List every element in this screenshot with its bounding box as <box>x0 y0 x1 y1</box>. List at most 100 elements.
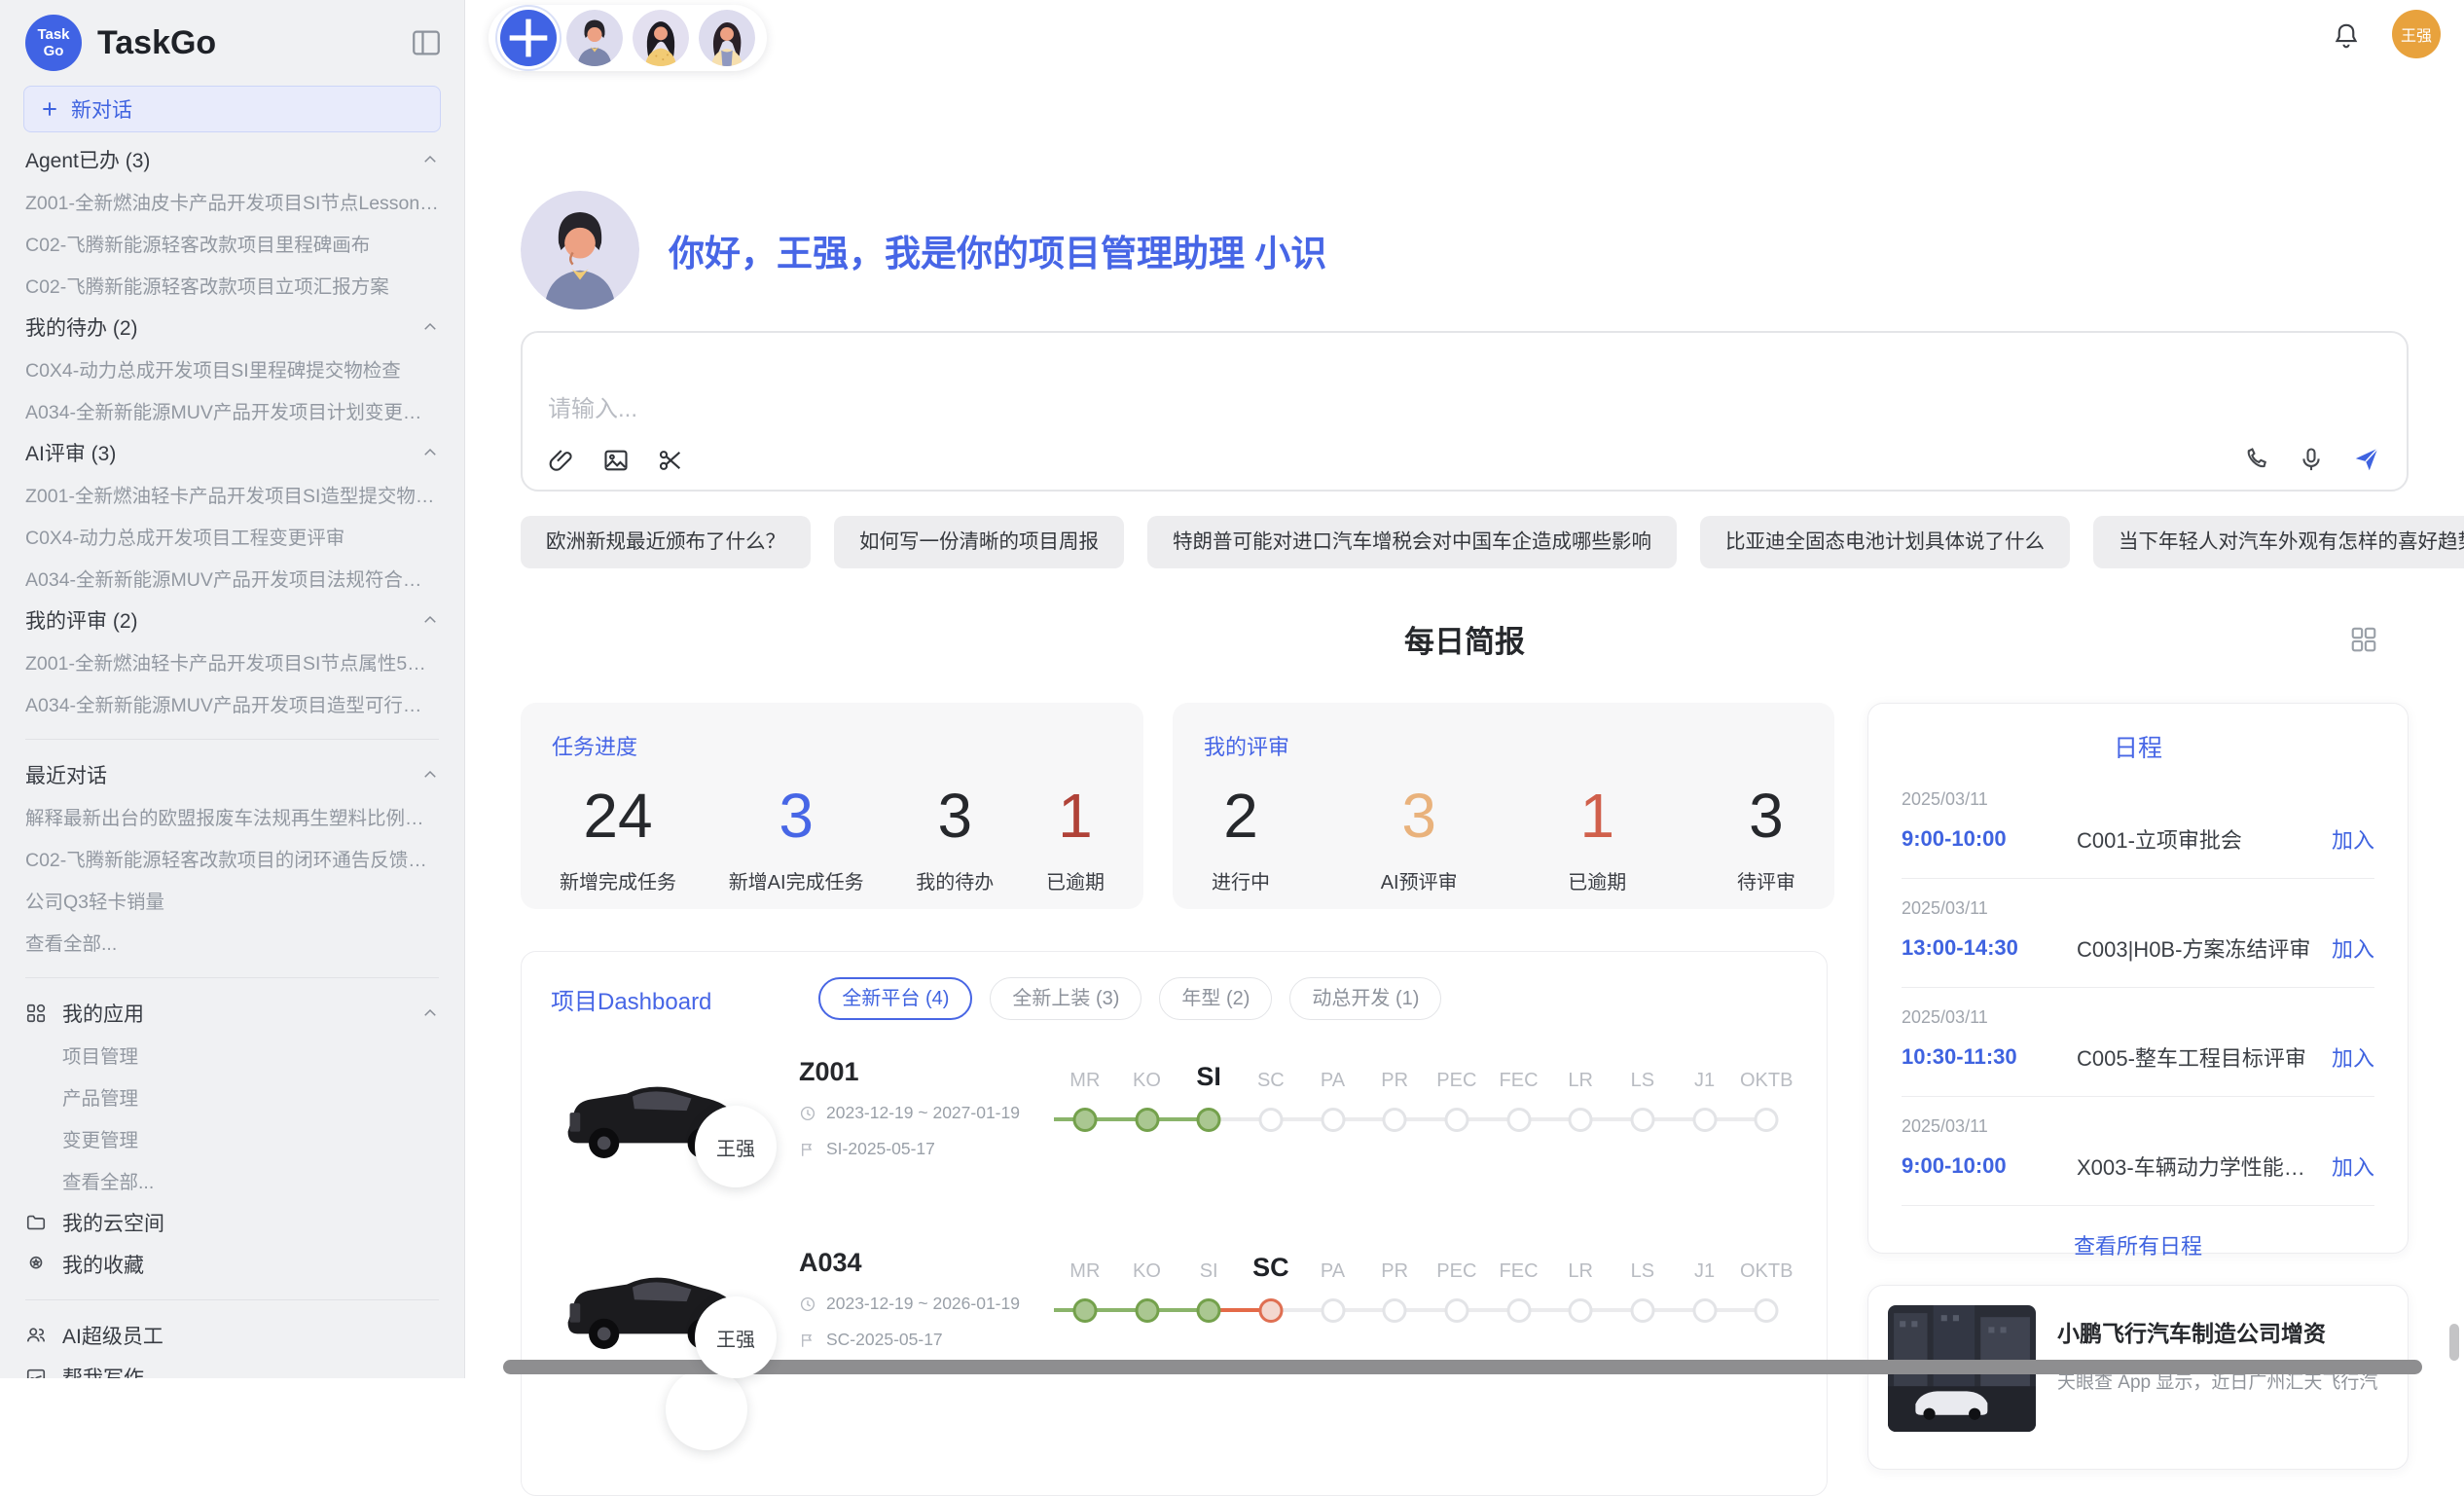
project-dates: 2023-12-19 ~ 2027-01-19 <box>826 1103 1020 1123</box>
suggestion-chip[interactable]: 当下年轻人对汽车外观有怎样的喜好趋势 <box>2093 516 2464 568</box>
notifications-bell-icon[interactable] <box>2332 21 2361 51</box>
phone-icon[interactable] <box>2243 446 2270 473</box>
list-item[interactable]: 公司Q3轻卡销量 <box>25 879 439 921</box>
add-agent-button[interactable] <box>500 10 557 66</box>
section-my-todo[interactable]: 我的待办 (2) <box>25 306 439 347</box>
list-item[interactable]: C02-飞腾新能源轻客改款项目的闭环通告反馈情况 <box>25 837 439 879</box>
schedule-time: 9:00-10:00 <box>1902 826 2077 852</box>
app-logo: Task Go <box>25 15 82 71</box>
plus-icon <box>40 99 59 119</box>
horizontal-scrollbar[interactable] <box>503 1360 2422 1374</box>
user-avatar[interactable]: 王强 <box>2392 10 2441 58</box>
sidebar-item-product-mgmt[interactable]: 产品管理 <box>25 1076 439 1117</box>
view-all-schedule-link[interactable]: 查看所有日程 <box>1902 1206 2374 1284</box>
join-meeting-link[interactable]: 加入 <box>2332 932 2374 964</box>
chevron-up-icon <box>421 151 439 168</box>
agent-switcher <box>489 5 767 71</box>
list-item[interactable]: Z001-全新燃油轻卡产品开发项目SI造型提交物评审 <box>25 473 439 515</box>
list-item[interactable]: Z001-全新燃油皮卡产品开发项目SI节点Lesson Learn报告 <box>25 180 439 222</box>
project-image: 王强 <box>551 1055 799 1211</box>
chevron-up-icon <box>421 766 439 784</box>
milestone-dot <box>1383 1108 1407 1132</box>
join-meeting-link[interactable]: 加入 <box>2332 1150 2374 1182</box>
agent-avatar-2[interactable] <box>633 10 689 66</box>
schedule-date: 2025/03/11 <box>1902 1007 2374 1028</box>
view-all-apps[interactable]: 查看全部... <box>25 1159 439 1201</box>
agent-avatar-1[interactable] <box>566 10 623 66</box>
milestone-dot <box>1072 1108 1097 1132</box>
section-my-review[interactable]: 我的评审 (2) <box>25 599 439 640</box>
milestone-dot <box>1258 1108 1283 1132</box>
view-all-chats[interactable]: 查看全部... <box>25 921 439 963</box>
attach-icon[interactable] <box>548 447 575 474</box>
section-recent-chats[interactable]: 最近对话 <box>25 753 439 795</box>
logo-text-bottom: Go <box>44 43 64 59</box>
list-item[interactable]: C02-飞腾新能源轻客改款项目立项汇报方案 <box>25 264 439 306</box>
list-item[interactable]: C02-飞腾新能源轻客改款项目里程碑画布 <box>25 222 439 264</box>
sidebar-item-write-helper[interactable]: 帮我写作 <box>25 1356 439 1378</box>
stat-in-progress: 2 进行中 <box>1212 784 1270 894</box>
chevron-up-icon <box>421 444 439 461</box>
sidebar-item-my-apps[interactable]: 我的应用 <box>25 992 439 1034</box>
medal-icon <box>25 1254 47 1275</box>
milestone-dot <box>1692 1298 1717 1323</box>
vertical-scrollbar[interactable] <box>2449 1324 2459 1361</box>
daily-briefing-title: 每日简报 <box>465 617 2464 661</box>
sidebar-item-ai-staff[interactable]: AI超级员工 <box>25 1314 439 1356</box>
main-area: 王强 你好，王强，我是你的项目管理助理 小识 <box>465 0 2464 1378</box>
chat-input[interactable] <box>548 389 2381 448</box>
schedule-item: 2025/03/11 13:00-14:30 C003|H0B-方案冻结评审 加… <box>1902 879 2374 988</box>
agent-avatar-3[interactable] <box>699 10 755 66</box>
tab-new-platform[interactable]: 全新平台 (4) <box>818 977 972 1020</box>
greeting-text: 你好，王强，我是你的项目管理助理 小识 <box>669 224 1326 276</box>
join-meeting-link[interactable]: 加入 <box>2332 1041 2374 1073</box>
list-item[interactable]: 解释最新出台的欧盟报废车法规再生塑料比例被调至15%... <box>25 795 439 837</box>
app-title: TaskGo <box>97 24 410 62</box>
section-agent-done[interactable]: Agent已办 (3) <box>25 138 439 180</box>
my-review-card: 我的评审 2 进行中 3 AI预评审 1 已逾期 3 待评审 <box>1173 703 1834 909</box>
microphone-icon[interactable] <box>2298 446 2325 473</box>
dashboard-title: 项目Dashboard <box>551 982 711 1016</box>
news-card[interactable]: 小鹏飞行汽车制造公司增资 天眼查 App 显示，近日广州汇天飞行汽 <box>1867 1285 2409 1470</box>
sidebar-collapse-icon[interactable] <box>410 26 443 59</box>
news-body: 小鹏飞行汽车制造公司增资 天眼查 App 显示，近日广州汇天飞行汽 <box>2057 1305 2377 1449</box>
list-item[interactable]: A034-全新新能源MUV产品开发项目计划变更表编写 <box>25 389 439 431</box>
milestone-dot <box>1072 1298 1097 1323</box>
sidebar-item-change-mgmt[interactable]: 变更管理 <box>25 1117 439 1159</box>
join-meeting-link[interactable]: 加入 <box>2332 823 2374 855</box>
input-tools-left <box>548 447 684 474</box>
schedule-item: 2025/03/11 10:30-11:30 C005-整车工程目标评审 加入 <box>1902 988 2374 1097</box>
list-item[interactable]: C0X4-动力总成开发项目SI里程碑提交物检查 <box>25 347 439 389</box>
project-owner-badge: 王强 <box>695 1106 777 1187</box>
project-row-a034[interactable]: 王强 A034 2023-12-19 ~ 2026-01-19 SC-2025-… <box>551 1246 1797 1402</box>
project-dates: 2023-12-19 ~ 2026-01-19 <box>826 1294 1020 1314</box>
scissors-icon[interactable] <box>657 447 684 474</box>
send-icon[interactable] <box>2352 445 2381 474</box>
section-ai-review[interactable]: AI评审 (3) <box>25 431 439 473</box>
schedule-time: 13:00-14:30 <box>1902 935 2077 961</box>
sidebar-item-project-mgmt[interactable]: 项目管理 <box>25 1034 439 1076</box>
suggestion-chip[interactable]: 如何写一份清晰的项目周报 <box>834 516 1124 568</box>
milestone-dot <box>1630 1298 1654 1323</box>
tab-year-model[interactable]: 年型 (2) <box>1159 977 1272 1020</box>
people-icon <box>25 1325 47 1346</box>
tab-new-body[interactable]: 全新上装 (3) <box>990 977 1141 1020</box>
list-item[interactable]: Z001-全新燃油轻卡产品开发项目SI节点属性5D文件评审 <box>25 640 439 682</box>
suggestion-chip[interactable]: 欧洲新规最近颁布了什么？ <box>521 516 811 568</box>
list-item[interactable]: C0X4-动力总成开发项目工程变更评审 <box>25 515 439 557</box>
layout-grid-icon[interactable] <box>2349 625 2378 654</box>
milestone-dot <box>1135 1108 1159 1132</box>
sidebar-item-favorites[interactable]: 我的收藏 <box>25 1243 439 1285</box>
image-icon[interactable] <box>602 447 630 474</box>
project-info: Z001 2023-12-19 ~ 2027-01-19 SI-2025-05-… <box>799 1055 1054 1211</box>
flag-icon <box>799 1141 816 1158</box>
project-row-z001[interactable]: 王强 Z001 2023-12-19 ~ 2027-01-19 SI-2025-… <box>551 1055 1797 1211</box>
tab-powertrain[interactable]: 动总开发 (1) <box>1289 977 1441 1020</box>
sidebar-item-cloud-space[interactable]: 我的云空间 <box>25 1201 439 1243</box>
list-item[interactable]: A034-全新新能源MUV产品开发项目法规符合性评审 <box>25 557 439 599</box>
new-chat-button[interactable]: 新对话 <box>23 86 441 132</box>
project-dashboard-card: 项目Dashboard 全新平台 (4) 全新上装 (3) 年型 (2) 动总开… <box>521 951 1828 1496</box>
suggestion-chip[interactable]: 特朗普可能对进口汽车增税会对中国车企造成哪些影响 <box>1147 516 1677 568</box>
suggestion-chip[interactable]: 比亚迪全固态电池计划具体说了什么 <box>1700 516 2070 568</box>
list-item[interactable]: A034-全新新能源MUV产品开发项目造型可行性评审 <box>25 682 439 724</box>
